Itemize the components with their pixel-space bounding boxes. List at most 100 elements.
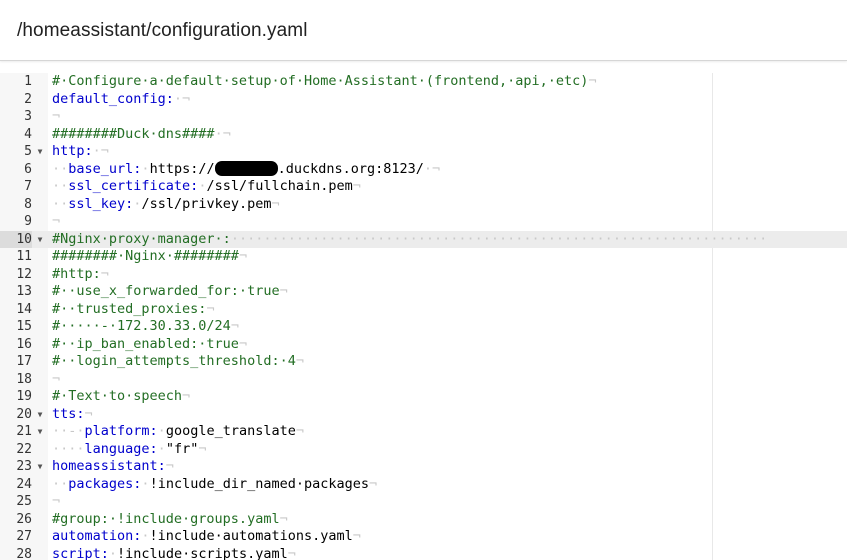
code-line[interactable]: 3 ¬ — [0, 108, 847, 126]
value-token: !include·automations.yaml — [149, 528, 353, 544]
code-line[interactable]: 27 automation:·!include·automations.yaml¬ — [0, 528, 847, 546]
value-token: !include_dir_named·packages — [149, 475, 370, 492]
code-line[interactable]: 28 script:·!include·scripts.yaml¬ — [0, 546, 847, 560]
line-number: 17 — [16, 354, 32, 369]
key-token: ssl_certificate: — [68, 178, 199, 194]
code-text[interactable]: #group:·!include·groups.yaml¬ — [52, 511, 288, 529]
code-line[interactable]: 17 #··login_attempts_threshold:·4¬ — [0, 353, 847, 371]
whitespace-marker: · — [157, 440, 166, 457]
code-text[interactable]: ··packages:·!include_dir_named·packages¬ — [52, 476, 377, 494]
value-token: /ssl/fullchain.pem — [206, 178, 353, 194]
code-text[interactable]: #··trusted_proxies:¬ — [52, 301, 215, 319]
whitespace-marker: ·· — [52, 475, 69, 492]
code-text[interactable]: ··-·platform:·google_translate¬ — [52, 423, 304, 441]
fold-triangle-icon[interactable]: ▼ — [34, 231, 46, 249]
code-text[interactable]: #··login_attempts_threshold:·4¬ — [52, 353, 304, 371]
whitespace-marker: ·¬ — [214, 125, 231, 142]
code-line[interactable]: 12 #http:¬ — [0, 266, 847, 284]
line-number: 12 — [16, 266, 32, 282]
key-token: http: — [52, 143, 93, 159]
code-line[interactable]: 20 ▼ tts:¬ — [0, 406, 847, 424]
whitespace-marker: · — [108, 545, 118, 560]
line-number: 18 — [16, 371, 32, 387]
code-text[interactable]: automation:·!include·automations.yaml¬ — [52, 528, 361, 546]
fold-triangle-icon[interactable]: ▼ — [34, 143, 46, 161]
code-line[interactable]: 5 ▼ http:·¬ — [0, 143, 847, 161]
code-line[interactable]: 26 #group:·!include·groups.yaml¬ — [0, 511, 847, 529]
code-line[interactable]: 24 ··packages:·!include_dir_named·package… — [0, 476, 847, 494]
code-line[interactable]: 21 ▼ ··-·platform:·google_translate¬ — [0, 423, 847, 441]
whitespace-marker: · — [141, 160, 150, 177]
whitespace-marker: ¬ — [52, 108, 61, 124]
code-text[interactable]: ··base_url:·https:// .duckdns.org:8123/·¬ — [52, 160, 440, 179]
code-editor[interactable]: 1 #·Configure·a·default·setup·of·Home·Ass… — [0, 73, 847, 560]
code-text[interactable]: #http:¬ — [52, 266, 109, 284]
code-line[interactable]: 9 ¬ — [0, 213, 847, 231]
code-line[interactable]: 16 #··ip_ban_enabled:·true¬ — [0, 336, 847, 354]
code-text[interactable]: ····language:·"fr"¬ — [52, 441, 206, 459]
code-line[interactable]: 4 ########Duck·dns####·¬ — [0, 126, 847, 144]
code-line[interactable]: 7 ··ssl_certificate:·/ssl/fullchain.pem¬ — [0, 178, 847, 196]
comment-token: #··ip_ban_enabled:·true — [52, 335, 239, 352]
whitespace-marker: ¬ — [271, 195, 280, 212]
code-text[interactable]: ··ssl_key:·/ssl/privkey.pem¬ — [52, 196, 280, 214]
line-number: 19 — [16, 389, 32, 404]
code-text[interactable]: #·Text·to·speech¬ — [52, 388, 190, 406]
whitespace-marker: ¬ — [165, 458, 174, 474]
line-number: 14 — [16, 301, 32, 317]
code-line[interactable]: 11 ########·Nginx·########¬ — [0, 248, 847, 266]
code-text[interactable]: ########·Nginx·########¬ — [52, 248, 247, 266]
code-line[interactable]: 8 ··ssl_key:·/ssl/privkey.pem¬ — [0, 196, 847, 214]
code-line[interactable]: 18 ¬ — [0, 371, 847, 389]
whitespace-marker: ·¬ — [173, 90, 191, 107]
fold-triangle-icon[interactable]: ▼ — [34, 406, 46, 424]
code-text[interactable]: #Nginx·proxy·manager·:··················… — [52, 231, 767, 249]
whitespace-marker: ¬ — [238, 335, 248, 352]
code-text[interactable]: ¬ — [52, 493, 60, 511]
code-text[interactable]: http:·¬ — [52, 143, 109, 161]
whitespace-marker: · — [141, 528, 150, 544]
line-number: 4 — [24, 126, 32, 142]
line-number: 25 — [16, 494, 32, 509]
line-number: 16 — [16, 336, 32, 352]
value-token: google_translate — [165, 423, 296, 439]
code-text[interactable]: script:·!include·scripts.yaml¬ — [52, 546, 296, 560]
code-text[interactable]: homeassistant:¬ — [52, 458, 174, 476]
code-text[interactable]: tts:¬ — [52, 406, 93, 424]
comment-token: #http: — [52, 265, 101, 282]
whitespace-marker: ¬ — [279, 510, 288, 527]
code-line[interactable]: 15 #·····-·172.30.33.0/24¬ — [0, 318, 847, 336]
code-line[interactable]: 1 #·Configure·a·default·setup·of·Home·Ass… — [0, 73, 847, 91]
code-text[interactable]: ¬ — [52, 213, 60, 231]
code-text[interactable]: ¬ — [52, 371, 60, 389]
whitespace-marker: ¬ — [295, 353, 304, 369]
code-text[interactable]: ··ssl_certificate:·/ssl/fullchain.pem¬ — [52, 178, 361, 196]
code-line[interactable]: 22 ····language:·"fr"¬ — [0, 441, 847, 459]
code-text[interactable]: ¬ — [52, 108, 60, 126]
fold-triangle-icon[interactable]: ▼ — [34, 458, 46, 476]
code-line[interactable]: 10 ▼ #Nginx·proxy·manager·:···············… — [0, 230, 847, 249]
line-number: 15 — [16, 319, 32, 334]
code-line[interactable]: 25 ¬ — [0, 493, 847, 511]
key-token: ssl_key: — [68, 195, 134, 212]
code-line[interactable]: 2 default_config:·¬ — [0, 91, 847, 109]
comment-token: #·····-·172.30.33.0/24 — [52, 318, 231, 334]
line-number: 27 — [16, 529, 32, 544]
fold-triangle-icon[interactable]: ▼ — [34, 423, 46, 441]
code-text[interactable]: #··ip_ban_enabled:·true¬ — [52, 336, 247, 354]
code-line[interactable]: 14 #··trusted_proxies:¬ — [0, 301, 847, 319]
code-line[interactable]: 6 ··base_url:·https:// .duckdns.org:8123/·… — [0, 160, 847, 179]
whitespace-marker: ········································… — [230, 230, 768, 247]
code-text[interactable]: #·····-·172.30.33.0/24¬ — [52, 318, 239, 336]
whitespace-marker: ··-· — [52, 423, 85, 439]
code-text[interactable]: #··use_x_forwarded_for:·true¬ — [52, 283, 288, 301]
line-number: 2 — [24, 91, 32, 107]
code-line[interactable]: 23 ▼ homeassistant:¬ — [0, 458, 847, 476]
code-line[interactable]: 13 #··use_x_forwarded_for:·true¬ — [0, 283, 847, 301]
code-text[interactable]: #·Configure·a·default·setup·of·Home·Assi… — [52, 73, 597, 91]
code-line[interactable]: 19 #·Text·to·speech¬ — [0, 388, 847, 406]
whitespace-marker: ¬ — [352, 178, 361, 194]
code-text[interactable]: default_config:·¬ — [52, 91, 190, 109]
line-number: 20 — [16, 406, 32, 422]
code-text[interactable]: ########Duck·dns####·¬ — [52, 126, 231, 144]
